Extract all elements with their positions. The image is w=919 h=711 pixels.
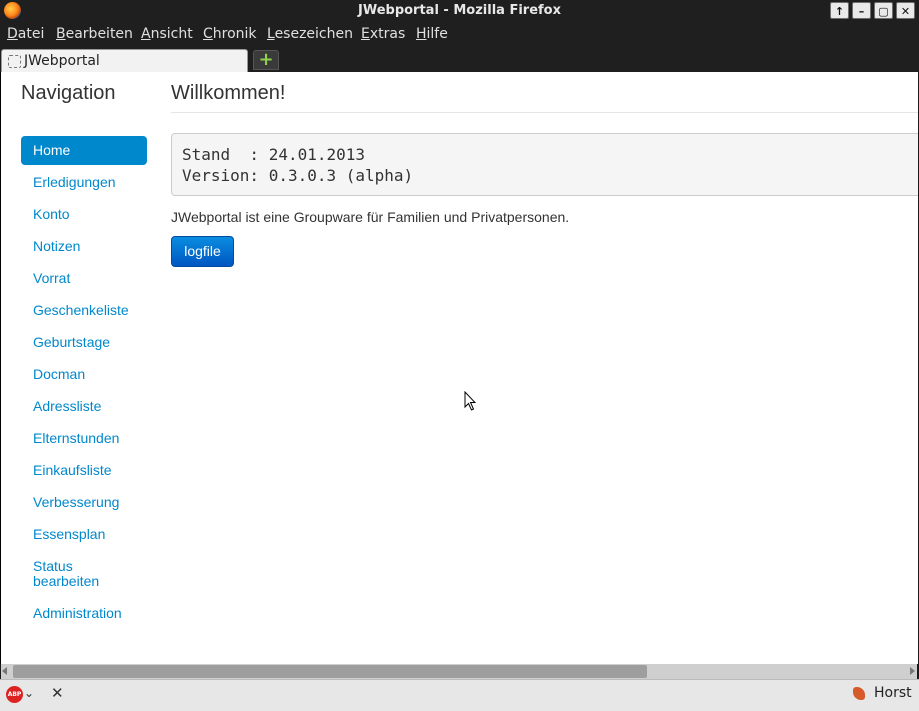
menu-datei[interactable]: Datei <box>7 26 44 42</box>
scroll-right-icon[interactable] <box>910 667 915 675</box>
menu-ansicht[interactable]: Ansicht <box>141 26 193 42</box>
version-line: Version: 0.3.0.3 (alpha) <box>182 166 414 185</box>
nav-item-adressliste[interactable]: Adressliste <box>21 392 147 421</box>
window-minimize-button[interactable]: – <box>852 2 871 19</box>
nav-item-konto[interactable]: Konto <box>21 200 147 229</box>
menu-hilfe[interactable]: Hilfe <box>416 26 448 42</box>
window-title: JWebportal - Mozilla Firefox <box>357 3 561 18</box>
stand-line: Stand : 24.01.2013 <box>182 145 366 164</box>
window-up-button[interactable]: ↑ <box>830 2 849 19</box>
nav-item-essensplan[interactable]: Essensplan <box>21 520 147 549</box>
scroll-left-icon[interactable] <box>2 667 7 675</box>
menu-bar: Datei Bearbeiten Ansicht Chronik Lesezei… <box>0 22 919 47</box>
nav-item-home[interactable]: Home <box>21 136 147 165</box>
menu-chronik[interactable]: Chronik <box>203 26 257 42</box>
nav-item-geschenkeliste[interactable]: Geschenkeliste <box>21 296 147 325</box>
tab-label: JWebportal <box>24 53 100 69</box>
user-name-label[interactable]: Horst <box>874 685 912 701</box>
nav-header: Navigation <box>21 82 116 104</box>
window-close-button[interactable]: ✕ <box>896 2 915 19</box>
page-favicon-icon <box>8 55 21 68</box>
horizontal-scrollbar[interactable] <box>1 664 917 679</box>
nav-item-einkaufsliste[interactable]: Einkaufsliste <box>21 456 147 485</box>
nav-list: Home Erledigungen Konto Notizen Vorrat G… <box>21 136 147 631</box>
nav-item-docman[interactable]: Docman <box>21 360 147 389</box>
tab-bar: JWebportal + <box>0 47 919 72</box>
new-tab-button[interactable]: + <box>253 50 279 70</box>
nav-item-vorrat[interactable]: Vorrat <box>21 264 147 293</box>
nav-item-administration[interactable]: Administration <box>21 599 147 628</box>
nav-item-erledigungen[interactable]: Erledigungen <box>21 168 147 197</box>
chevron-down-icon[interactable]: ⌄ <box>24 686 34 700</box>
mouse-pointer-icon <box>464 391 476 411</box>
version-info-box: Stand : 24.01.2013 Version: 0.3.0.3 (alp… <box>171 133 918 196</box>
page-viewport: Navigation Home Erledigungen Konto Notiz… <box>0 72 918 664</box>
description-text: JWebportal ist eine Groupware für Famili… <box>171 209 570 225</box>
tab-jwebportal[interactable]: JWebportal <box>1 49 248 72</box>
window-titlebar: JWebportal - Mozilla Firefox ↑ – ▢ ✕ <box>0 0 919 22</box>
menu-extras[interactable]: Extras <box>361 26 405 42</box>
addon-icon[interactable] <box>853 687 865 700</box>
adblock-plus-icon[interactable]: ABP <box>6 686 23 703</box>
addon-bar: ABP ⌄ ✕ Horst <box>0 679 919 711</box>
nav-item-notizen[interactable]: Notizen <box>21 232 147 261</box>
nav-item-verbesserung[interactable]: Verbesserung <box>21 488 147 517</box>
menu-lesezeichen[interactable]: Lesezeichen <box>267 26 353 42</box>
window-controls: ↑ – ▢ ✕ <box>830 2 915 19</box>
nav-item-status-bearbeiten[interactable]: Status bearbeiten <box>21 552 147 596</box>
logfile-button[interactable]: logfile <box>171 236 234 267</box>
page-title: Willkommen! <box>171 82 286 104</box>
title-divider <box>171 112 918 113</box>
close-addon-bar-icon[interactable]: ✕ <box>51 684 64 702</box>
nav-item-geburtstage[interactable]: Geburtstage <box>21 328 147 357</box>
nav-item-elternstunden[interactable]: Elternstunden <box>21 424 147 453</box>
scrollbar-thumb[interactable] <box>13 665 647 678</box>
menu-bearbeiten[interactable]: Bearbeiten <box>56 26 133 42</box>
window-maximize-button[interactable]: ▢ <box>874 2 893 19</box>
